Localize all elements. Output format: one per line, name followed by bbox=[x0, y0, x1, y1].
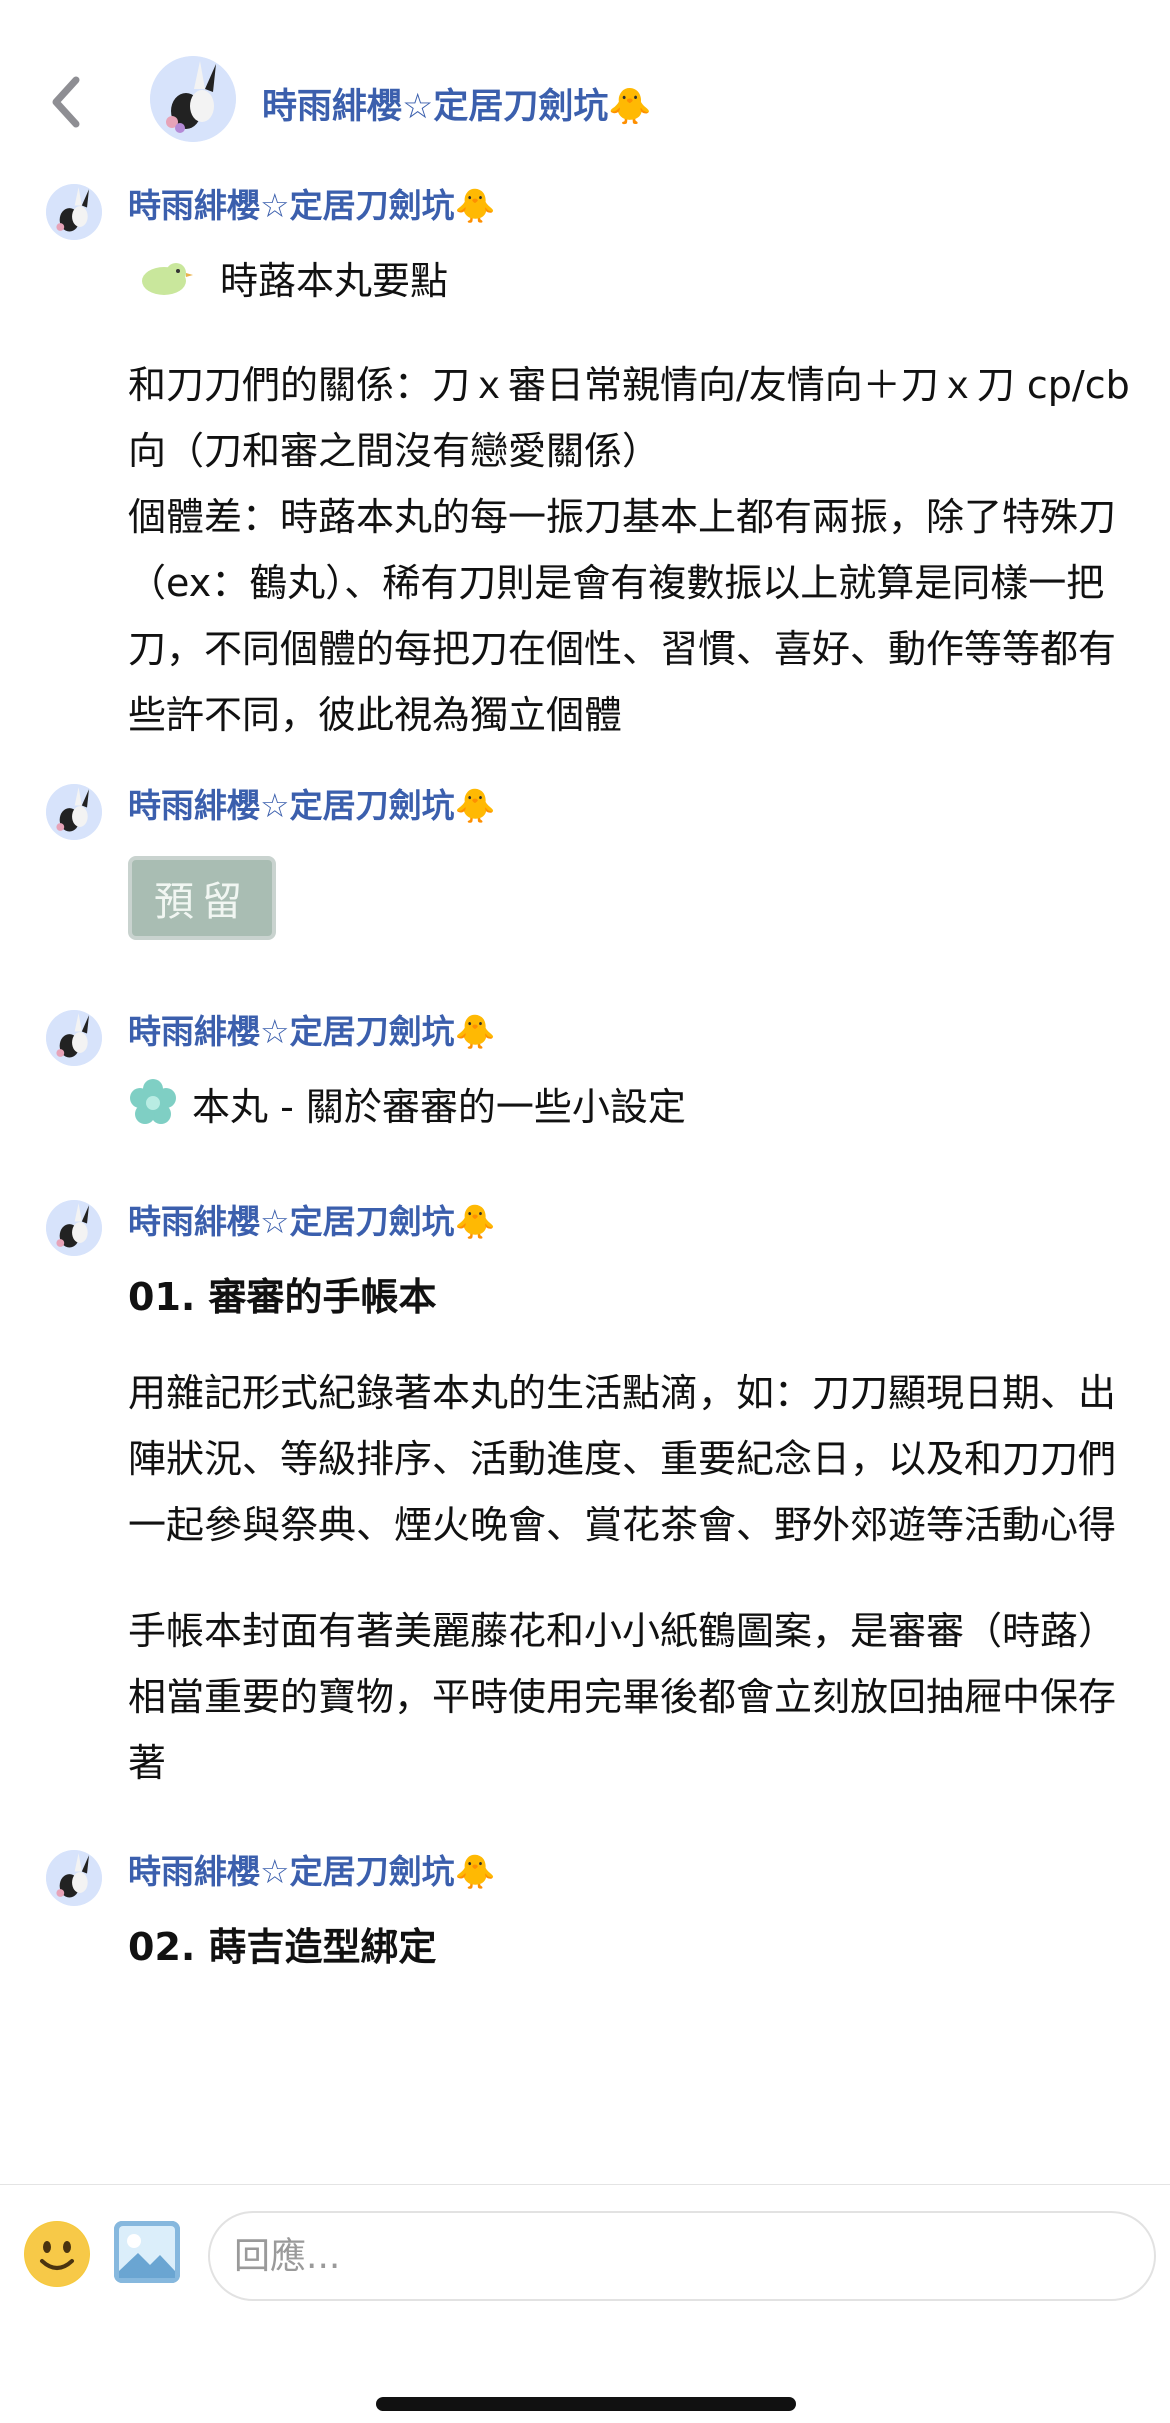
header-title: 時雨緋櫻☆定居刀劍坑🐥 bbox=[262, 78, 652, 129]
photo-button[interactable] bbox=[114, 2221, 180, 2283]
teal-flower-icon bbox=[130, 1079, 176, 1124]
avatar-icon bbox=[46, 184, 102, 240]
post-author[interactable]: 時雨緋櫻☆定居刀劍坑🐥 bbox=[128, 1836, 1130, 1908]
back-button[interactable] bbox=[40, 74, 90, 130]
reply-composer bbox=[0, 2184, 1170, 2423]
post-paragraph: 個體差：時蕗本丸的每一振刀基本上都有兩振，除了特殊刀（ex：鶴丸）、稀有刀則是會… bbox=[128, 495, 1117, 737]
avatar-icon bbox=[150, 56, 236, 142]
heading-text: 本丸 - 關於審審的一些小設定 bbox=[192, 1084, 686, 1129]
emoji-button[interactable] bbox=[24, 2221, 90, 2287]
reply-input[interactable] bbox=[208, 2211, 1156, 2301]
author-name: 時雨緋櫻☆定居刀劍坑 bbox=[128, 1012, 455, 1051]
post-title: 02. 蒔吉造型綁定 bbox=[128, 1908, 1130, 1978]
post: 時雨緋櫻☆定居刀劍坑🐥 01. 審審的手帳本 用雜記形式紀錄著本丸的生活點滴，如… bbox=[0, 1186, 1170, 1836]
chick-emoji-icon: 🐥 bbox=[454, 1012, 496, 1051]
chick-emoji-icon: 🐥 bbox=[454, 786, 496, 825]
post-author[interactable]: 時雨緋櫻☆定居刀劍坑🐥 bbox=[128, 770, 1130, 842]
author-name: 時雨緋櫻☆定居刀劍坑 bbox=[128, 186, 455, 225]
header-title-text: 時雨緋櫻☆定居刀劍坑 bbox=[262, 87, 609, 127]
author-name: 時雨緋櫻☆定居刀劍坑 bbox=[128, 1202, 455, 1241]
group-avatar[interactable] bbox=[150, 56, 236, 142]
post-paragraph: 手帳本封面有著美麗藤花和小小紙鶴圖案，是審審（時蕗）相當重要的寶物，平時使用完畢… bbox=[128, 1609, 1117, 1785]
post-title: 01. 審審的手帳本 bbox=[128, 1258, 1130, 1328]
avatar-icon bbox=[46, 1850, 102, 1906]
author-name: 時雨緋櫻☆定居刀劍坑 bbox=[128, 786, 455, 825]
post-heading: 時蕗本丸要點 bbox=[128, 242, 1130, 312]
author-name: 時雨緋櫻☆定居刀劍坑 bbox=[128, 1852, 455, 1891]
green-bird-icon bbox=[142, 263, 193, 295]
post-avatar[interactable] bbox=[46, 184, 102, 240]
post: 時雨緋櫻☆定居刀劍坑🐥 時蕗本丸要點 和刀刀們的關係：刀ｘ審日常親情向/友情向＋… bbox=[0, 170, 1170, 770]
sticker-image[interactable]: 預留 bbox=[128, 856, 276, 940]
post: 時雨緋櫻☆定居刀劍坑🐥 本丸 - 關於審審的一些小設定 bbox=[0, 996, 1170, 1186]
photo-icon bbox=[114, 2221, 180, 2283]
post-author[interactable]: 時雨緋櫻☆定居刀劍坑🐥 bbox=[128, 996, 1130, 1068]
post-avatar[interactable] bbox=[46, 784, 102, 840]
back-chevron-icon bbox=[52, 76, 80, 128]
chat-header: 時雨緋櫻☆定居刀劍坑🐥 bbox=[0, 0, 1170, 170]
post-avatar[interactable] bbox=[46, 1010, 102, 1066]
chick-emoji-icon: 🐥 bbox=[454, 1852, 496, 1891]
chick-emoji-icon: 🐥 bbox=[454, 1202, 496, 1241]
heading-text: 時蕗本丸要點 bbox=[220, 258, 449, 303]
title-text: 01. 審審的手帳本 bbox=[128, 1274, 437, 1319]
post-avatar[interactable] bbox=[46, 1200, 102, 1256]
home-indicator bbox=[376, 2397, 796, 2411]
post-paragraph: 用雜記形式紀錄著本丸的生活點滴，如：刀刀顯現日期、出陣狀況、等級排序、活動進度、… bbox=[128, 1371, 1117, 1547]
avatar-icon bbox=[46, 1010, 102, 1066]
avatar-icon bbox=[46, 1200, 102, 1256]
post: 時雨緋櫻☆定居刀劍坑🐥 02. 蒔吉造型綁定 bbox=[0, 1836, 1170, 1978]
emoji-icon bbox=[25, 2222, 89, 2286]
sticker-text: 預留 bbox=[154, 879, 250, 925]
chick-emoji-icon: 🐥 bbox=[454, 186, 496, 225]
title-text: 02. 蒔吉造型綁定 bbox=[128, 1924, 437, 1969]
message-feed[interactable]: 時雨緋櫻☆定居刀劍坑🐥 時蕗本丸要點 和刀刀們的關係：刀ｘ審日常親情向/友情向＋… bbox=[0, 170, 1170, 2154]
post-heading: 本丸 - 關於審審的一些小設定 bbox=[128, 1068, 1130, 1138]
post: 時雨緋櫻☆定居刀劍坑🐥 預留 bbox=[0, 770, 1170, 996]
post-author[interactable]: 時雨緋櫻☆定居刀劍坑🐥 bbox=[128, 1186, 1130, 1258]
post-avatar[interactable] bbox=[46, 1850, 102, 1906]
chick-emoji-icon: 🐥 bbox=[608, 87, 652, 127]
post-author[interactable]: 時雨緋櫻☆定居刀劍坑🐥 bbox=[128, 170, 1130, 242]
avatar-icon bbox=[46, 784, 102, 840]
post-paragraph: 和刀刀們的關係：刀ｘ審日常親情向/友情向＋刀ｘ刀 cp/cb向（刀和審之間沒有戀… bbox=[128, 363, 1130, 473]
